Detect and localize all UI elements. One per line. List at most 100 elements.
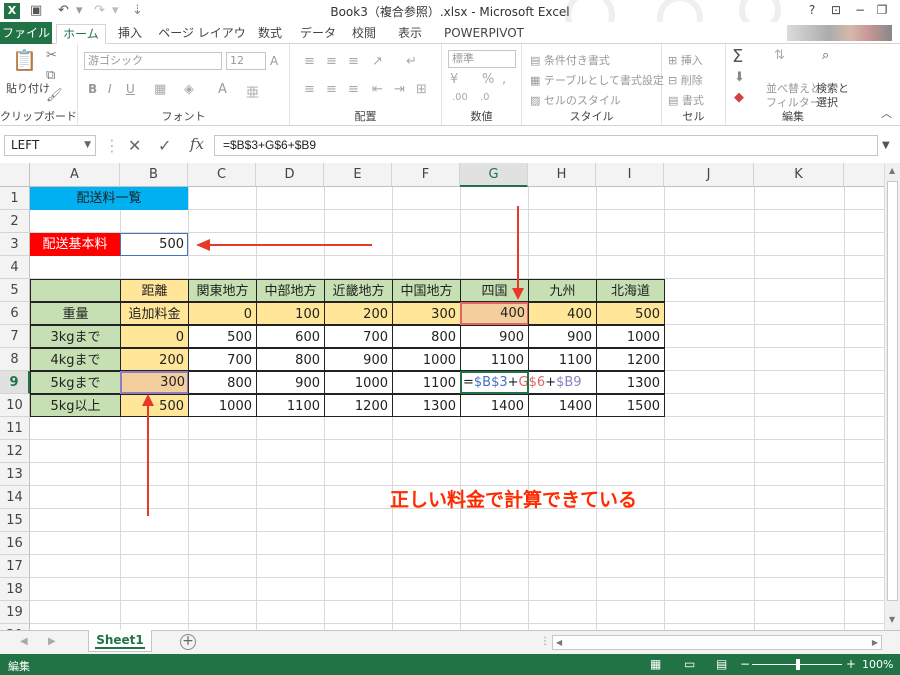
cell-f9[interactable]: 1100 — [392, 371, 461, 394]
cell-a3[interactable]: 配送基本料 — [30, 233, 120, 256]
row-header-15[interactable]: 15 — [0, 509, 30, 532]
vertical-scroll-thumb[interactable] — [887, 181, 898, 601]
borders-icon[interactable]: ▦ — [154, 82, 166, 97]
page-break-view-icon[interactable]: ▤ — [716, 657, 727, 671]
align-middle-icon[interactable]: ≡ — [326, 54, 337, 69]
cell-h8[interactable]: 1100 — [528, 348, 597, 371]
cell-c10[interactable]: 1000 — [188, 394, 257, 417]
name-box-dropdown-icon[interactable]: ▼ — [84, 136, 91, 155]
cell-h7[interactable]: 900 — [528, 325, 597, 348]
increase-decimal-icon[interactable]: .00 — [452, 92, 468, 103]
row-header-17[interactable]: 17 — [0, 555, 30, 578]
cell-h5[interactable]: 九州 — [528, 279, 597, 302]
format-as-table-button[interactable]: ▦ テーブルとして書式設定 — [530, 72, 664, 88]
scroll-right-icon[interactable]: ▶ — [872, 638, 878, 647]
paste-icon[interactable]: 📋 — [12, 48, 37, 72]
cancel-entry-button[interactable]: ✕ — [128, 136, 141, 155]
comma-icon[interactable]: , — [502, 72, 506, 87]
cell-f6[interactable]: 300 — [392, 302, 461, 325]
column-header-g[interactable]: G — [460, 163, 528, 187]
tab-powerpivot[interactable]: POWERPIVOT — [436, 24, 532, 44]
cut-icon[interactable]: ✂ — [46, 48, 57, 63]
merge-center-icon[interactable]: ⊞ — [416, 82, 427, 97]
column-header-i[interactable]: I — [596, 163, 664, 187]
cell-c9[interactable]: 800 — [188, 371, 257, 394]
cell-e7[interactable]: 700 — [324, 325, 393, 348]
cell-b10[interactable]: 500 — [120, 394, 189, 417]
cell-b6[interactable]: 追加料金 — [120, 302, 189, 325]
cell-g5[interactable]: 四国 — [460, 279, 529, 302]
column-header-e[interactable]: E — [324, 163, 392, 187]
enter-entry-button[interactable]: ✓ — [158, 136, 171, 155]
cell-i5[interactable]: 北海道 — [596, 279, 665, 302]
clear-icon[interactable]: ◆ — [734, 90, 744, 105]
align-top-icon[interactable]: ≡ — [304, 54, 315, 69]
zoom-out-button[interactable]: − — [740, 657, 750, 671]
cell-f10[interactable]: 1300 — [392, 394, 461, 417]
cell-d7[interactable]: 600 — [256, 325, 325, 348]
cell-a10[interactable]: 5kg以上 — [30, 394, 121, 417]
cell-g7[interactable]: 900 — [460, 325, 529, 348]
cell-b5[interactable]: 距離 — [120, 279, 189, 302]
decrease-indent-icon[interactable]: ⇤ — [372, 82, 383, 97]
format-cells-button[interactable]: ▤ 書式 — [668, 92, 704, 108]
cell-b7[interactable]: 0 — [120, 325, 189, 348]
column-header-h[interactable]: H — [528, 163, 596, 187]
phonetic-icon[interactable]: 亜 — [246, 82, 259, 101]
autosum-button[interactable]: Σ — [732, 46, 743, 67]
wrap-text-icon[interactable]: ↵ — [406, 54, 417, 69]
tab-file[interactable]: ファイル — [0, 22, 52, 44]
cell-h10[interactable]: 1400 — [528, 394, 597, 417]
row-header-12[interactable]: 12 — [0, 440, 30, 463]
cell-d9[interactable]: 900 — [256, 371, 325, 394]
cell-g10[interactable]: 1400 — [460, 394, 529, 417]
cell-a6[interactable]: 重量 — [30, 302, 121, 325]
format-painter-icon[interactable]: 🖌 — [46, 88, 63, 103]
cell-b8[interactable]: 200 — [120, 348, 189, 371]
cell-f5[interactable]: 中国地方 — [392, 279, 461, 302]
cell-c6[interactable]: 0 — [188, 302, 257, 325]
row-header-18[interactable]: 18 — [0, 578, 30, 601]
add-sheet-button[interactable]: + — [180, 634, 196, 650]
conditional-formatting-button[interactable]: ▤ 条件付き書式 — [530, 52, 610, 68]
scroll-down-icon[interactable]: ▼ — [889, 615, 895, 624]
name-box[interactable]: LEFT ▼ — [4, 135, 96, 156]
restore-button[interactable]: ❐ — [872, 1, 892, 19]
select-all-corner[interactable] — [0, 163, 30, 187]
row-header-11[interactable]: 11 — [0, 417, 30, 440]
copy-icon[interactable]: ⧉ — [46, 68, 55, 83]
cell-e8[interactable]: 900 — [324, 348, 393, 371]
ribbon-display-options-icon[interactable]: ⊡ — [826, 1, 846, 19]
help-button[interactable]: ? — [802, 1, 822, 19]
row-header-5[interactable]: 5 — [0, 279, 30, 302]
row-header-14[interactable]: 14 — [0, 486, 30, 509]
increase-indent-icon[interactable]: ⇥ — [394, 82, 405, 97]
tab-formulas[interactable]: 数式 — [252, 24, 288, 44]
cell-d5[interactable]: 中部地方 — [256, 279, 325, 302]
collapse-ribbon-icon[interactable]: ︿ — [881, 105, 892, 121]
normal-view-icon[interactable]: ▦ — [650, 657, 661, 671]
horizontal-scrollbar[interactable]: ◀ ▶ — [552, 635, 882, 650]
cell-f7[interactable]: 800 — [392, 325, 461, 348]
sheet-nav-prev-icon[interactable]: ◀ — [20, 636, 28, 647]
scroll-up-icon[interactable]: ▲ — [889, 166, 895, 175]
page-layout-view-icon[interactable]: ▭ — [684, 657, 695, 671]
minimize-button[interactable]: − — [850, 1, 870, 19]
cell-e10[interactable]: 1200 — [324, 394, 393, 417]
align-right-icon[interactable]: ≡ — [348, 82, 359, 97]
cell-g6[interactable]: 400 — [460, 302, 529, 325]
zoom-in-button[interactable]: + — [846, 657, 856, 671]
cell-i6[interactable]: 500 — [596, 302, 665, 325]
cell-a5[interactable] — [30, 279, 121, 302]
zoom-level[interactable]: 100% — [862, 658, 893, 671]
grow-font-icon[interactable]: A — [270, 54, 278, 68]
insert-cells-button[interactable]: ⊞ 挿入 — [668, 52, 703, 68]
cell-f8[interactable]: 1000 — [392, 348, 461, 371]
insert-function-button[interactable]: fx — [190, 135, 204, 153]
row-header-13[interactable]: 13 — [0, 463, 30, 486]
column-header-d[interactable]: D — [256, 163, 324, 187]
row-header-9[interactable]: 9 — [0, 371, 30, 394]
percent-icon[interactable]: % — [482, 72, 494, 87]
column-header-b[interactable]: B — [120, 163, 188, 187]
column-header-a[interactable]: A — [30, 163, 120, 187]
